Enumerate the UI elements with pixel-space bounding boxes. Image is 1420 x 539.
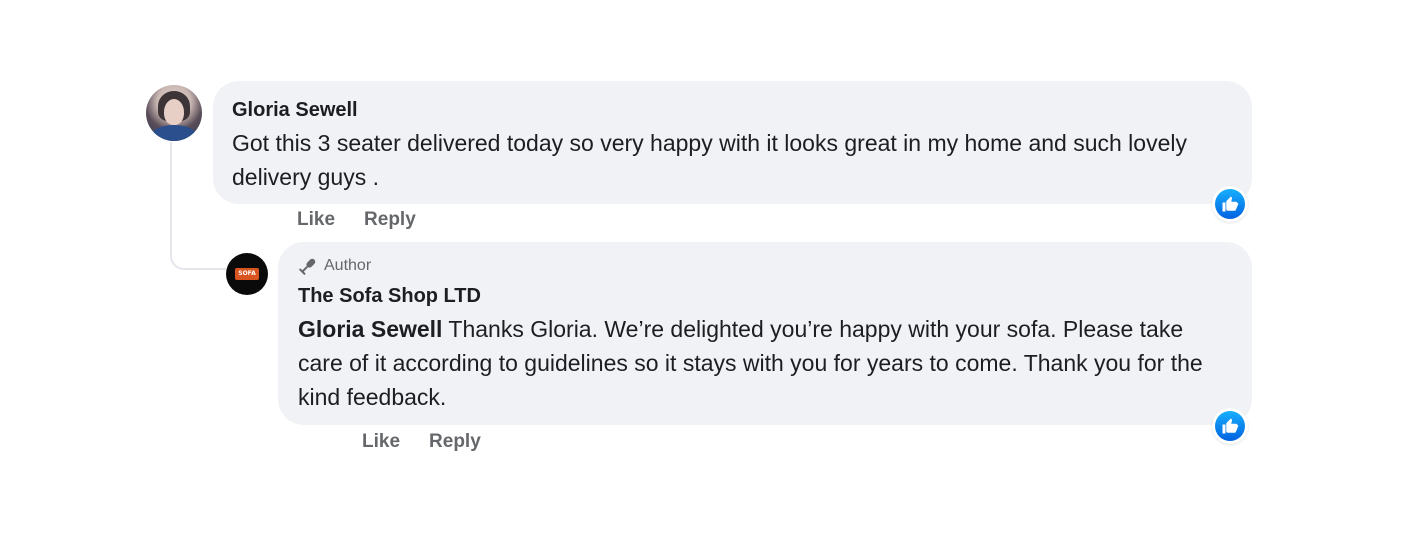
like-icon xyxy=(1215,189,1245,219)
comment-author-name[interactable]: Gloria Sewell xyxy=(232,98,1232,122)
microphone-icon xyxy=(298,256,318,276)
avatar-sofa-shop[interactable]: SOFA xyxy=(226,253,268,295)
reply-reply-link[interactable]: Reply xyxy=(429,431,481,453)
comment-actions: Like Reply xyxy=(297,209,416,231)
reply-actions: Like Reply xyxy=(362,431,481,453)
reply-mention[interactable]: Gloria Sewell xyxy=(298,316,442,342)
comment-like-link[interactable]: Like xyxy=(297,209,335,231)
author-badge-label: Author xyxy=(324,257,372,274)
avatar-gloria-sewell[interactable] xyxy=(146,85,202,141)
comment-text: Got this 3 seater delivered today so ver… xyxy=(232,130,1187,190)
reply-bubble: Author The Sofa Shop LTD Gloria Sewell T… xyxy=(278,242,1252,425)
author-badge: Author xyxy=(298,255,1232,277)
reply-author-name[interactable]: The Sofa Shop LTD xyxy=(298,284,1232,308)
avatar-shirt xyxy=(150,125,198,141)
sofa-shop-logo: SOFA xyxy=(235,268,259,280)
comment-bubble: Gloria Sewell Got this 3 seater delivere… xyxy=(213,81,1252,204)
like-icon xyxy=(1215,411,1245,441)
comment-reply-link[interactable]: Reply xyxy=(364,209,416,231)
avatar-face xyxy=(164,99,184,125)
comment-reaction-badge[interactable] xyxy=(1212,186,1248,222)
reply-text: Gloria Sewell Thanks Gloria. We’re delig… xyxy=(298,312,1232,414)
reply-like-link[interactable]: Like xyxy=(362,431,400,453)
reply-reaction-badge[interactable] xyxy=(1212,408,1248,444)
